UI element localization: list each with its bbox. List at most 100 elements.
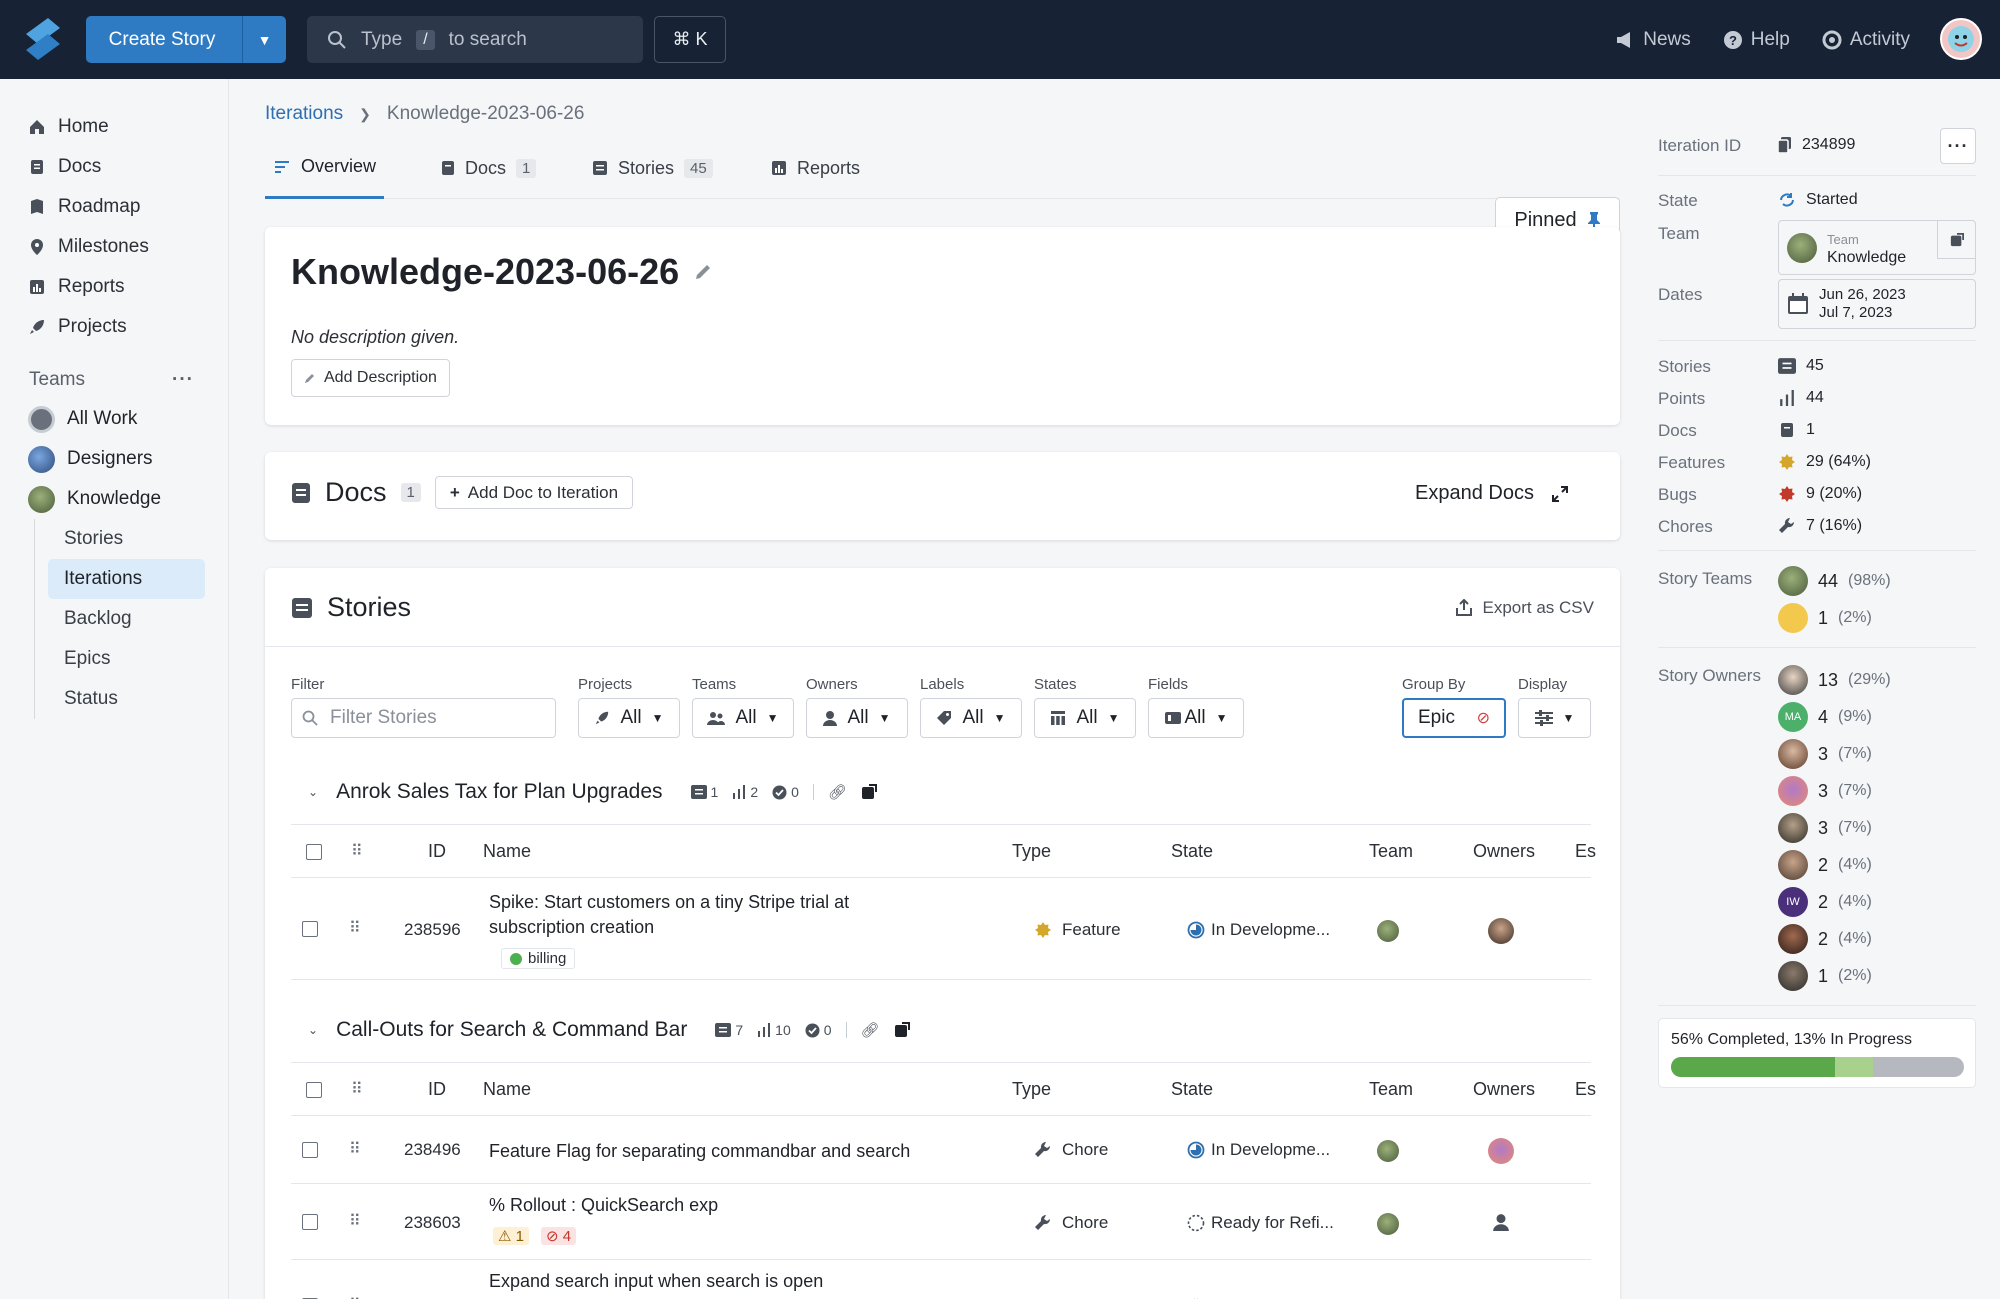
- row-checkbox[interactable]: [302, 921, 318, 937]
- nav-item-milestones[interactable]: Milestones: [28, 227, 149, 267]
- state-value[interactable]: Started: [1778, 191, 1858, 209]
- epic-group-header[interactable]: ⌄ Anrok Sales Tax for Plan Upgrades 1 2 …: [308, 780, 877, 804]
- tab-label[interactable]: Docs: [465, 158, 506, 179]
- iteration-title[interactable]: Knowledge-2023-06-26: [291, 251, 679, 293]
- team-name[interactable]: Knowledge: [1827, 249, 1906, 266]
- tab-label[interactable]: Reports: [797, 158, 860, 179]
- drag-handle-icon[interactable]: ⠿: [349, 1139, 361, 1159]
- nav-item-reports[interactable]: Reports: [28, 267, 149, 307]
- activity-label[interactable]: Activity: [1850, 29, 1910, 51]
- add-doc-button[interactable]: + Add Doc to Iteration: [434, 476, 634, 509]
- column-estimate[interactable]: Es: [1575, 1079, 1596, 1100]
- export-csv-label[interactable]: Export as CSV: [1483, 598, 1595, 618]
- column-owners[interactable]: Owners: [1473, 1079, 1535, 1100]
- projects-filter-select[interactable]: All ▼: [578, 698, 680, 738]
- nav-item-label[interactable]: Roadmap: [58, 196, 140, 218]
- column-name[interactable]: Name: [483, 841, 531, 862]
- team-item-designers[interactable]: Designers: [28, 439, 161, 479]
- team-item-all-work[interactable]: All Work: [28, 399, 161, 439]
- story-state[interactable]: In Developme...: [1187, 1140, 1330, 1160]
- nav-item-roadmap[interactable]: Roadmap: [28, 187, 149, 227]
- select-all-checkbox[interactable]: [306, 844, 322, 860]
- open-external-icon[interactable]: [861, 784, 877, 800]
- table-row[interactable]: ⠿ 238596 Spike: Start customers on a tin…: [291, 878, 1591, 980]
- iteration-id[interactable]: 234899: [1802, 136, 1855, 154]
- drag-handle-icon[interactable]: ⠿: [349, 918, 361, 938]
- story-owner-row[interactable]: IW 2 (4%): [1778, 887, 1872, 917]
- story-name-line1[interactable]: Spike: Start customers on a tiny Stripe …: [489, 892, 849, 912]
- owners-filter-value[interactable]: All: [847, 707, 868, 729]
- labels-filter-value[interactable]: All: [962, 707, 983, 729]
- nav-item-docs[interactable]: Docs: [28, 147, 149, 187]
- more-icon[interactable]: ···: [172, 369, 194, 391]
- team-item-knowledge[interactable]: Knowledge: [28, 479, 161, 519]
- tab-overview[interactable]: Overview: [265, 137, 385, 199]
- column-id[interactable]: ID: [428, 841, 446, 862]
- subnav-status[interactable]: Status: [48, 679, 205, 719]
- nav-item-projects[interactable]: Projects: [28, 307, 149, 347]
- team-item-label[interactable]: Designers: [67, 448, 153, 470]
- expand-docs-button[interactable]: Expand Docs: [1415, 482, 1568, 505]
- row-checkbox[interactable]: [302, 1142, 318, 1158]
- column-owners[interactable]: Owners: [1473, 841, 1535, 862]
- link-icon[interactable]: 🔗︎: [861, 1021, 880, 1039]
- drag-handle-icon[interactable]: ⠿: [349, 1211, 361, 1231]
- story-owner-row[interactable]: 3 (7%): [1778, 776, 1872, 806]
- command-palette-button[interactable]: ⌘ K: [654, 16, 726, 63]
- table-row[interactable]: ⠿ 238496 Feature Flag for separating com…: [291, 1116, 1591, 1184]
- edit-icon[interactable]: [693, 262, 713, 282]
- subnav-epics[interactable]: Epics: [48, 639, 205, 679]
- date-end[interactable]: Jul 7, 2023: [1819, 304, 1892, 321]
- group-by-value[interactable]: Epic: [1418, 707, 1455, 729]
- story-name[interactable]: % Rollout : QuickSearch exp: [489, 1195, 718, 1216]
- create-story-label[interactable]: Create Story: [86, 29, 242, 51]
- projects-filter-value[interactable]: All: [620, 707, 641, 729]
- epic-group-header[interactable]: ⌄ Call-Outs for Search & Command Bar 7 1…: [308, 1018, 910, 1042]
- epic-group-name[interactable]: Anrok Sales Tax for Plan Upgrades: [336, 780, 662, 804]
- column-estimate[interactable]: Es: [1575, 841, 1596, 862]
- team-item-label[interactable]: Knowledge: [67, 488, 161, 510]
- subnav-stories[interactable]: Stories: [48, 519, 205, 559]
- search-input[interactable]: Type / to search: [307, 16, 643, 63]
- story-name[interactable]: Spike: Start customers on a tiny Stripe …: [489, 890, 849, 940]
- tab-label[interactable]: Overview: [301, 156, 376, 177]
- teams-filter-select[interactable]: All ▼: [692, 698, 794, 738]
- iteration-id-value[interactable]: 234899: [1778, 136, 1855, 154]
- nav-item-label[interactable]: Docs: [58, 156, 101, 178]
- expand-docs-label[interactable]: Expand Docs: [1415, 482, 1534, 505]
- story-state-label[interactable]: Ready for Refi...: [1211, 1213, 1334, 1233]
- copy-icon[interactable]: [1778, 137, 1792, 153]
- unassigned-person-icon[interactable]: [1492, 1213, 1510, 1231]
- label-badge[interactable]: billing: [501, 948, 576, 969]
- team-text[interactable]: Team Knowledge: [1827, 230, 1906, 266]
- story-owner-row[interactable]: 3 (7%): [1778, 813, 1872, 843]
- fields-filter-select[interactable]: All ▼: [1148, 698, 1244, 738]
- add-description-label[interactable]: Add Description: [324, 369, 437, 387]
- warning-badge[interactable]: ⚠ 1: [493, 1227, 529, 1245]
- fields-filter-value[interactable]: All: [1184, 707, 1205, 729]
- states-filter-select[interactable]: All ▼: [1034, 698, 1136, 738]
- team-avatar[interactable]: [1377, 1213, 1399, 1235]
- story-name[interactable]: Expand search input when search is open: [489, 1271, 823, 1292]
- add-description-button[interactable]: Add Description: [291, 359, 450, 397]
- team-item-label[interactable]: All Work: [67, 408, 137, 430]
- story-owner-row[interactable]: 2 (4%): [1778, 924, 1872, 954]
- open-external-icon[interactable]: [894, 1022, 910, 1038]
- activity-link[interactable]: Activity: [1822, 29, 1910, 51]
- table-row[interactable]: ⠿ 238603 % Rollout : QuickSearch exp ⚠ 1…: [291, 1184, 1591, 1260]
- nav-item-label[interactable]: Home: [58, 116, 109, 138]
- owners-filter-select[interactable]: All ▼: [806, 698, 908, 738]
- story-state[interactable]: In Developme...: [1187, 920, 1330, 940]
- story-team-row[interactable]: 44 (98%): [1778, 566, 1891, 596]
- help-label[interactable]: Help: [1751, 29, 1790, 51]
- story-owner-row[interactable]: MA 4 (9%): [1778, 702, 1872, 732]
- chevron-down-icon[interactable]: ▼: [242, 16, 286, 63]
- tab-docs[interactable]: Docs 1: [441, 137, 537, 199]
- breadcrumb-iterations-link[interactable]: Iterations: [265, 103, 343, 125]
- column-type[interactable]: Type: [1012, 1079, 1051, 1100]
- column-team[interactable]: Team: [1369, 841, 1413, 862]
- owner-avatar[interactable]: [1488, 1138, 1514, 1164]
- story-owner-row[interactable]: 1 (2%): [1778, 961, 1872, 991]
- tab-reports[interactable]: Reports: [771, 137, 860, 199]
- teams-filter-value[interactable]: All: [735, 707, 756, 729]
